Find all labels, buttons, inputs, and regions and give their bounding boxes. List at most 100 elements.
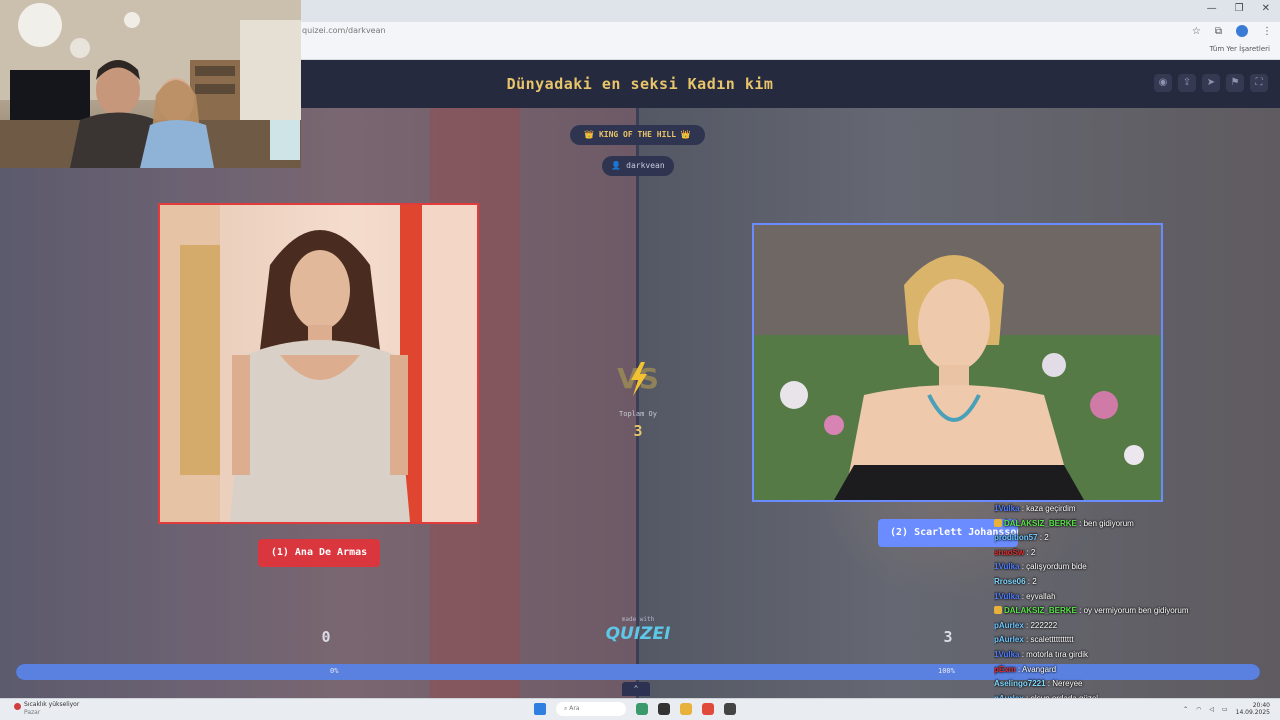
chat-username[interactable]: Aselingo7221 bbox=[994, 679, 1046, 688]
close-window-button[interactable]: ✕ bbox=[1262, 3, 1270, 14]
chat-text: 2 bbox=[1032, 576, 1037, 586]
battery-icon[interactable]: ▭ bbox=[1222, 706, 1228, 713]
collapse-button[interactable]: ⌃ bbox=[622, 682, 650, 696]
taskbar-apps: ⌕ Ara bbox=[534, 702, 736, 716]
subscriber-badge-icon bbox=[994, 606, 1002, 615]
wifi-icon[interactable]: ◠ bbox=[1196, 706, 1201, 713]
chat-text: 222222 bbox=[1030, 620, 1058, 630]
chat-text: 2 bbox=[1044, 533, 1049, 543]
weather-alert-icon bbox=[14, 703, 21, 710]
volume-icon[interactable]: ◁ bbox=[1209, 706, 1214, 713]
chrome-icon[interactable] bbox=[702, 703, 714, 715]
clock-time: 20:40 bbox=[1252, 702, 1270, 709]
chat-text: çalışyordum bide bbox=[1026, 562, 1087, 572]
chat-username[interactable]: pAurlex bbox=[994, 635, 1024, 644]
chat-text: eyvallah bbox=[1026, 591, 1056, 601]
right-contender-image[interactable] bbox=[752, 223, 1163, 502]
browser-menu-icon[interactable]: ⋮ bbox=[1262, 26, 1272, 37]
weather-widget[interactable]: Sıcaklık yükseliyor Pazar bbox=[14, 701, 79, 717]
chat-message: 1Vulka : motorla tıra girdik bbox=[994, 648, 1264, 663]
total-votes-value: 3 bbox=[633, 422, 643, 440]
mode-badge: 👑 KING OF THE HILL 👑 bbox=[570, 125, 705, 145]
system-tray: ⌃ ◠ ◁ ▭ 20:40 14.09.2025 bbox=[1183, 702, 1270, 716]
made-with-label: made with bbox=[621, 616, 655, 623]
taskbar-search-placeholder: Ara bbox=[569, 705, 580, 712]
chat-username[interactable]: DALAKSIZ_BERKE bbox=[1004, 519, 1077, 528]
minimize-button[interactable]: — bbox=[1207, 3, 1217, 14]
os-taskbar: Sıcaklık yükseliyor Pazar ⌕ Ara ⌃ ◠ ◁ ▭ … bbox=[0, 698, 1280, 720]
right-percent-label: 100% bbox=[938, 667, 955, 675]
taskbar-search[interactable]: ⌕ Ara bbox=[556, 702, 626, 716]
chat-message: DALAKSIZ_BERKE : ben gidiyorum bbox=[994, 517, 1264, 532]
taskbar-app-2-icon[interactable] bbox=[658, 703, 670, 715]
chat-separator: : bbox=[1076, 518, 1084, 528]
chat-text: oy vermiyorum ben gidiyorum bbox=[1083, 606, 1189, 616]
center-divider bbox=[636, 108, 639, 698]
share-icon[interactable]: ⇪ bbox=[1178, 74, 1196, 92]
send-icon[interactable]: ➤ bbox=[1202, 74, 1220, 92]
chat-text: scalettttttttttt bbox=[1030, 635, 1074, 645]
chat-username[interactable]: Rrose06 bbox=[994, 577, 1026, 586]
all-bookmarks-link[interactable]: Tüm Yer İşaretleri bbox=[1210, 45, 1270, 53]
bookmark-star-icon[interactable]: ☆ bbox=[1192, 26, 1201, 37]
fullscreen-icon[interactable]: ⛶ bbox=[1250, 74, 1268, 92]
chat-username[interactable]: 1Vulka bbox=[994, 504, 1020, 513]
flag-icon[interactable]: ⚑ bbox=[1226, 74, 1244, 92]
taskbar-app-5-icon[interactable] bbox=[724, 703, 736, 715]
chat-message: pAurlex : 222222 bbox=[994, 619, 1264, 634]
weather-title: Sıcaklık yükseliyor bbox=[24, 701, 80, 708]
profile-avatar[interactable] bbox=[1236, 25, 1248, 37]
creator-badge[interactable]: 👤 darkvean bbox=[602, 156, 674, 176]
chat-username[interactable]: pAurlex bbox=[994, 621, 1024, 630]
eye-icon[interactable]: ◉ bbox=[1154, 74, 1172, 92]
browser-toolbar: ☆ ⧉ ⋮ bbox=[1192, 25, 1272, 37]
subscriber-badge-icon bbox=[994, 518, 1002, 527]
stream-chat: 1Vulka : kaza geçirdim DALAKSIZ_BERKE : b… bbox=[994, 502, 1264, 720]
chat-username[interactable]: prodition57 bbox=[994, 533, 1038, 542]
webcam-overlay bbox=[0, 0, 301, 168]
chat-text: Avangard bbox=[1022, 664, 1057, 674]
right-score: 3 bbox=[943, 628, 953, 646]
extensions-icon[interactable]: ⧉ bbox=[1215, 26, 1222, 37]
right-photo-illustration bbox=[754, 225, 1161, 500]
chat-username[interactable]: pExm bbox=[994, 665, 1016, 674]
left-percent-label: 0% bbox=[330, 667, 339, 675]
chat-text: motorla tıra girdik bbox=[1026, 649, 1088, 659]
left-photo-illustration bbox=[160, 205, 477, 522]
chat-message: snaoSw : 2 bbox=[994, 546, 1264, 561]
chat-message: pExm : Avangard bbox=[994, 663, 1264, 678]
chat-text: Nereyee bbox=[1052, 679, 1083, 689]
chat-message: Aselingo7221 : Nereyee bbox=[994, 677, 1264, 692]
total-votes-label: Toplam Oy bbox=[619, 410, 657, 418]
chat-message: prodition57 : 2 bbox=[994, 531, 1264, 546]
chat-message: pAurlex : scalettttttttttt bbox=[994, 633, 1264, 648]
window-controls: — ❐ ✕ bbox=[1207, 3, 1270, 14]
file-explorer-icon[interactable] bbox=[680, 703, 692, 715]
chat-message: 1Vulka : eyvallah bbox=[994, 590, 1264, 605]
left-contender-vote-button[interactable]: (1) Ana De Armas bbox=[258, 539, 380, 567]
chat-message: Rrose06 : 2 bbox=[994, 575, 1264, 590]
screen: — ❐ ✕ quizei.com/darkvean ☆ ⧉ ⋮ Tüm Yer … bbox=[0, 0, 1280, 720]
chat-username[interactable]: DALAKSIZ_BERKE bbox=[1004, 606, 1077, 615]
clock-date: 14.09.2025 bbox=[1235, 709, 1270, 716]
quizei-logo[interactable]: QUIZEI bbox=[598, 624, 678, 644]
chat-text: 2 bbox=[1030, 547, 1036, 557]
clock[interactable]: 20:40 14.09.2025 bbox=[1236, 702, 1270, 716]
chat-username[interactable]: 1Vulka bbox=[994, 562, 1020, 571]
chat-username[interactable]: 1Vulka bbox=[994, 650, 1020, 659]
chat-message: 1Vulka : çalışyordum bide bbox=[994, 560, 1264, 575]
tray-chevron-icon[interactable]: ⌃ bbox=[1183, 706, 1188, 713]
left-contender-image[interactable] bbox=[158, 203, 479, 524]
taskbar-app-1-icon[interactable] bbox=[636, 703, 648, 715]
address-url[interactable]: quizei.com/darkvean bbox=[302, 26, 386, 35]
chat-separator: : bbox=[1076, 606, 1084, 616]
maximize-button[interactable]: ❐ bbox=[1235, 3, 1244, 14]
weather-subtitle: Pazar bbox=[24, 709, 41, 716]
chat-separator: : bbox=[1024, 547, 1031, 557]
header-actions: ◉ ⇪ ➤ ⚑ ⛶ bbox=[1154, 74, 1268, 92]
vs-badge: VS bbox=[617, 362, 659, 396]
chat-text: kaza geçirdim bbox=[1026, 504, 1076, 513]
chat-username[interactable]: 1Vulka bbox=[994, 592, 1020, 601]
chat-username[interactable]: snaoSw bbox=[994, 548, 1024, 557]
start-menu-icon[interactable] bbox=[534, 703, 546, 715]
